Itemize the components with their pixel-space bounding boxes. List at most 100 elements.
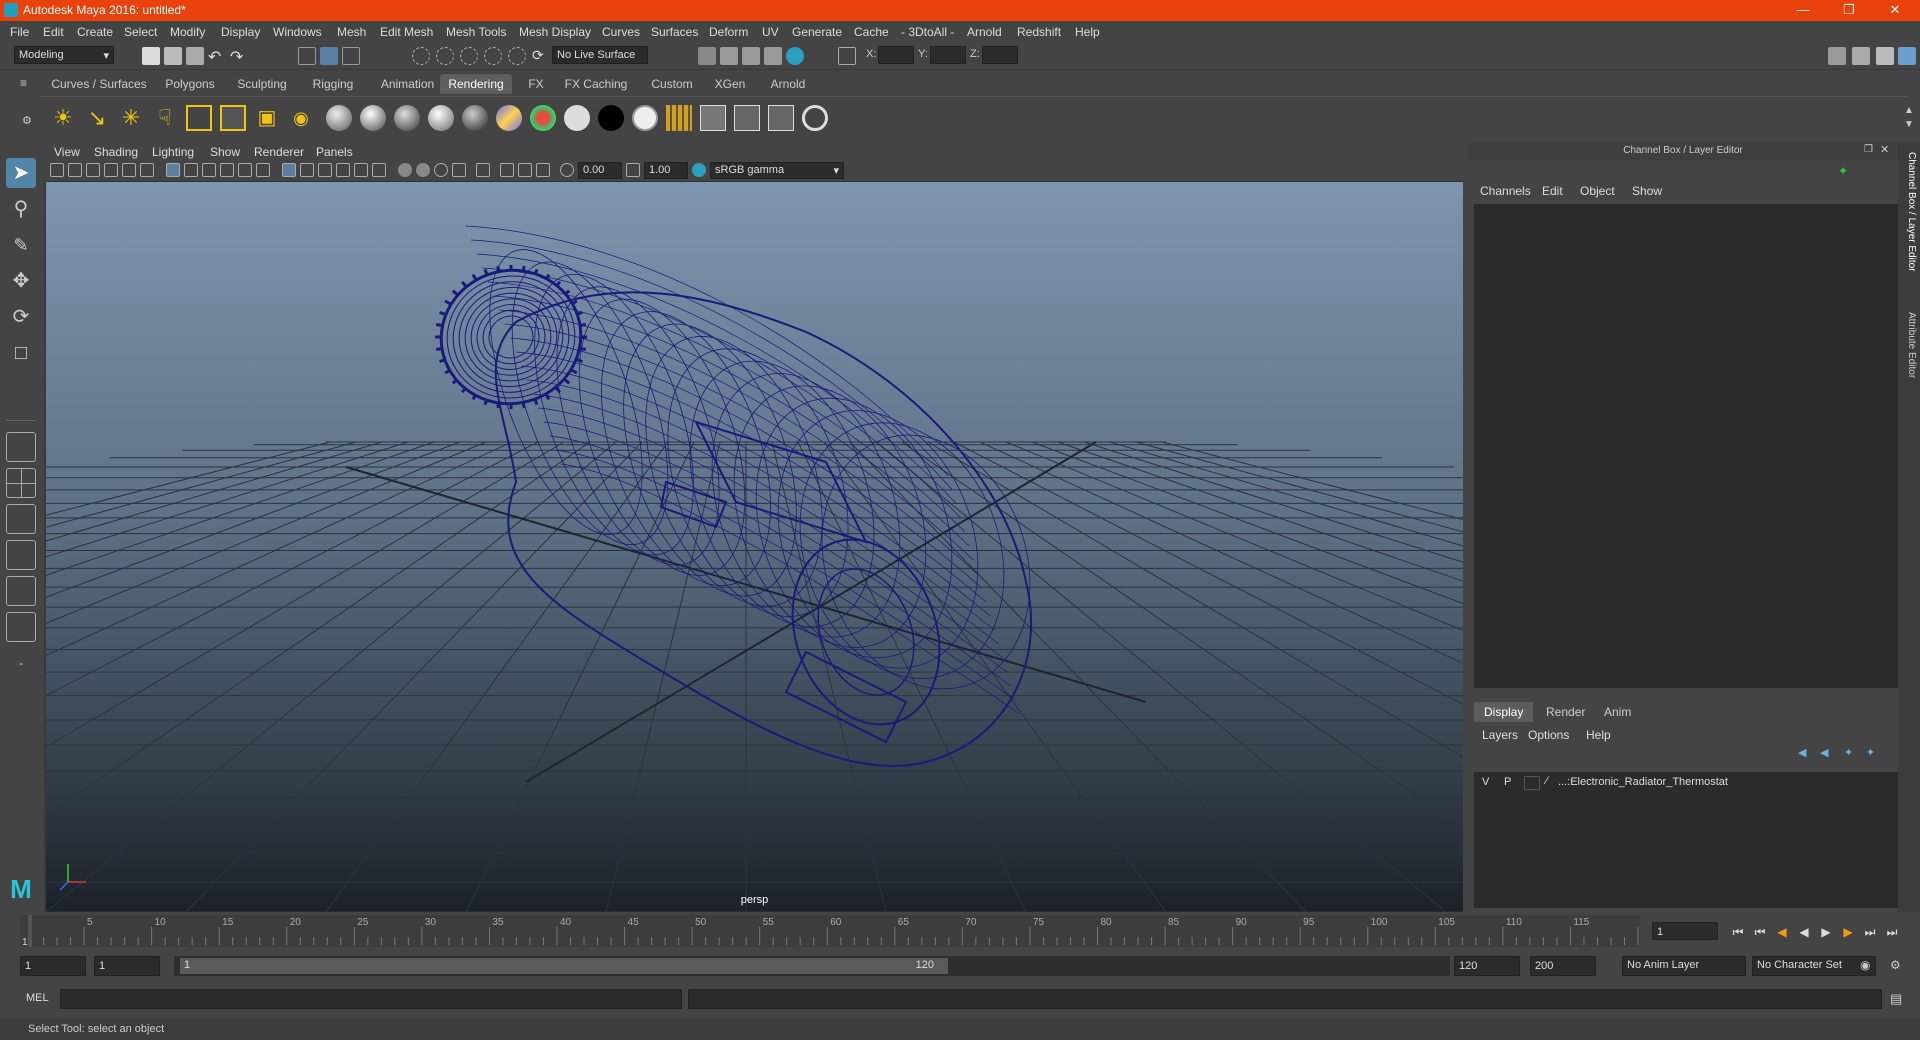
close-icon[interactable]: ✕ [1872,0,1918,21]
anim-layer-dropdown[interactable]: No Anim Layer [1622,956,1746,976]
menu-3dtoall[interactable]: - 3DtoAll - [901,25,954,39]
render-settings-icon[interactable] [698,47,716,65]
animation-preferences-icon[interactable]: ⚙ [1890,958,1901,972]
go-to-end-icon[interactable]: ⏭ [1884,924,1900,940]
shelf-scroll-up-icon[interactable]: ▲ [1904,105,1914,116]
range-slider-track[interactable]: 1 120 [174,956,1450,976]
depth-of-field-icon[interactable] [452,163,466,177]
menu-arnold[interactable]: Arnold [967,25,1002,39]
gate-mask-icon[interactable] [220,163,234,177]
toolbox-more-icon[interactable]: - [6,648,36,678]
single-perspective-view-icon[interactable] [6,432,36,462]
ipr-render-shelf-icon[interactable] [700,105,726,131]
channel-box-toggle-icon[interactable] [1898,47,1916,65]
anti-aliasing-icon[interactable] [434,163,448,177]
textured-icon[interactable] [336,163,350,177]
point-light-icon[interactable]: ✳ [118,105,144,131]
channel-box-menu-edit[interactable]: Edit [1542,184,1563,198]
shelf-tab-arnold[interactable]: Arnold [758,74,818,94]
render-current-frame-icon[interactable] [720,47,738,65]
shelf-tab-custom[interactable]: Custom [640,74,704,94]
menu-mesh-tools[interactable]: Mesh Tools [446,25,506,39]
redo-icon[interactable]: ↷ [230,47,248,66]
layer-row[interactable]: V P ∕ ...:Electronic_Radiator_Thermostat [1474,774,1898,792]
layer-playback-toggle[interactable]: P [1504,776,1511,788]
menu-help[interactable]: Help [1075,25,1100,39]
y-field[interactable] [930,46,966,64]
x-field[interactable] [878,46,914,64]
menu-generate[interactable]: Generate [792,25,842,39]
shelf-tab-fx-caching[interactable]: FX Caching [552,74,640,94]
bookmark-icon[interactable] [86,163,100,177]
float-panel-icon[interactable]: ❐ [1864,144,1873,155]
move-layer-up-icon[interactable]: ◀ [1798,746,1812,760]
menu-edit-mesh[interactable]: Edit Mesh [380,25,433,39]
resolution-gate-icon[interactable] [202,163,216,177]
persp-render-icon[interactable] [6,612,36,642]
new-layer-selected-icon[interactable]: ✦ [1866,746,1880,760]
rotate-tool-icon[interactable]: ⟳ [6,302,36,332]
layer-visibility-toggle[interactable]: V [1482,776,1489,788]
channel-box-menu-object[interactable]: Object [1580,184,1615,198]
menu-windows[interactable]: Windows [273,25,322,39]
wireframe-on-shaded-icon[interactable] [318,163,332,177]
new-layer-icon[interactable]: ✦ [1844,746,1858,760]
film-gate-icon[interactable] [184,163,198,177]
command-input[interactable] [60,989,682,1009]
render-diagnostics-icon[interactable] [802,105,828,131]
shelf-menu-icon[interactable]: ≡ [20,76,34,90]
xray-icon[interactable] [500,163,514,177]
persp-graph-icon[interactable] [6,540,36,570]
play-backwards-icon[interactable]: ◀ [1796,924,1812,940]
viewport-menu-renderer[interactable]: Renderer [254,145,304,159]
image-plane-icon[interactable] [104,163,118,177]
side-tab-attribute-editor[interactable]: Attribute Editor [1901,312,1917,402]
layer-tab-anim[interactable]: Anim [1594,702,1641,722]
wireframe-icon[interactable] [282,163,296,177]
lasso-tool-icon[interactable]: ⚲ [6,194,36,224]
z-field[interactable] [982,46,1018,64]
shading-map-icon[interactable] [632,105,658,131]
camera-attributes-icon[interactable] [68,163,82,177]
time-slider[interactable]: 5 10 15 20 25 30 35 40 45 50 55 60 65 70 75 80 85 90 95 100… [20,915,1640,947]
start-time-field[interactable]: 1 [20,956,86,976]
menu-surfaces[interactable]: Surfaces [651,25,698,39]
step-back-frame-icon[interactable]: ◀ [1774,924,1790,940]
ambient-light-icon[interactable]: ☀ [50,105,76,131]
xray-joints-icon[interactable] [518,163,532,177]
color-management-icon[interactable] [692,163,706,177]
channel-box-menu-channels[interactable]: Channels [1480,184,1531,198]
restore-icon[interactable]: ❐ [1826,0,1872,21]
menu-mesh[interactable]: Mesh [337,25,366,39]
menu-create[interactable]: Create [77,25,113,39]
blinn-material-icon[interactable] [360,105,386,131]
undo-icon[interactable]: ↶ [208,47,226,66]
exposure-icon[interactable] [560,163,574,177]
menu-file[interactable]: File [10,25,29,39]
cancel-batch-render-icon[interactable] [768,105,794,131]
transform-mode-icon[interactable] [838,47,856,65]
command-language-toggle[interactable]: MEL [26,992,49,1004]
snap-curve-icon[interactable] [436,47,454,65]
select-by-component-icon[interactable] [342,47,360,65]
view-transform-dropdown[interactable]: sRGB gamma ▾ [710,162,844,179]
motion-blur-icon[interactable] [416,163,430,177]
layer-menu-help[interactable]: Help [1586,728,1611,742]
end-time-field[interactable]: 200 [1530,956,1596,976]
render-sequence-icon[interactable] [666,105,692,131]
viewport-menu-panels[interactable]: Panels [316,145,353,159]
select-tool-icon[interactable]: ➤ [6,158,36,188]
anisotropic-material-icon[interactable] [462,105,488,131]
menu-mesh-display[interactable]: Mesh Display [519,25,591,39]
menu-curves[interactable]: Curves [602,25,640,39]
smooth-shade-icon[interactable] [300,163,314,177]
snap-live-icon[interactable] [508,47,526,65]
character-set-dropdown[interactable]: No Character Set [1752,956,1876,976]
safe-action-icon[interactable] [256,163,270,177]
persp-outliner-icon[interactable] [6,504,36,534]
shelf-scroll-down-icon[interactable]: ▼ [1904,119,1914,130]
batch-render-icon[interactable] [734,105,760,131]
gamma-field[interactable]: 1.00 [644,162,688,179]
shelf-tab-polygons[interactable]: Polygons [154,74,226,94]
step-forward-frame-icon[interactable]: ▶ [1840,924,1856,940]
